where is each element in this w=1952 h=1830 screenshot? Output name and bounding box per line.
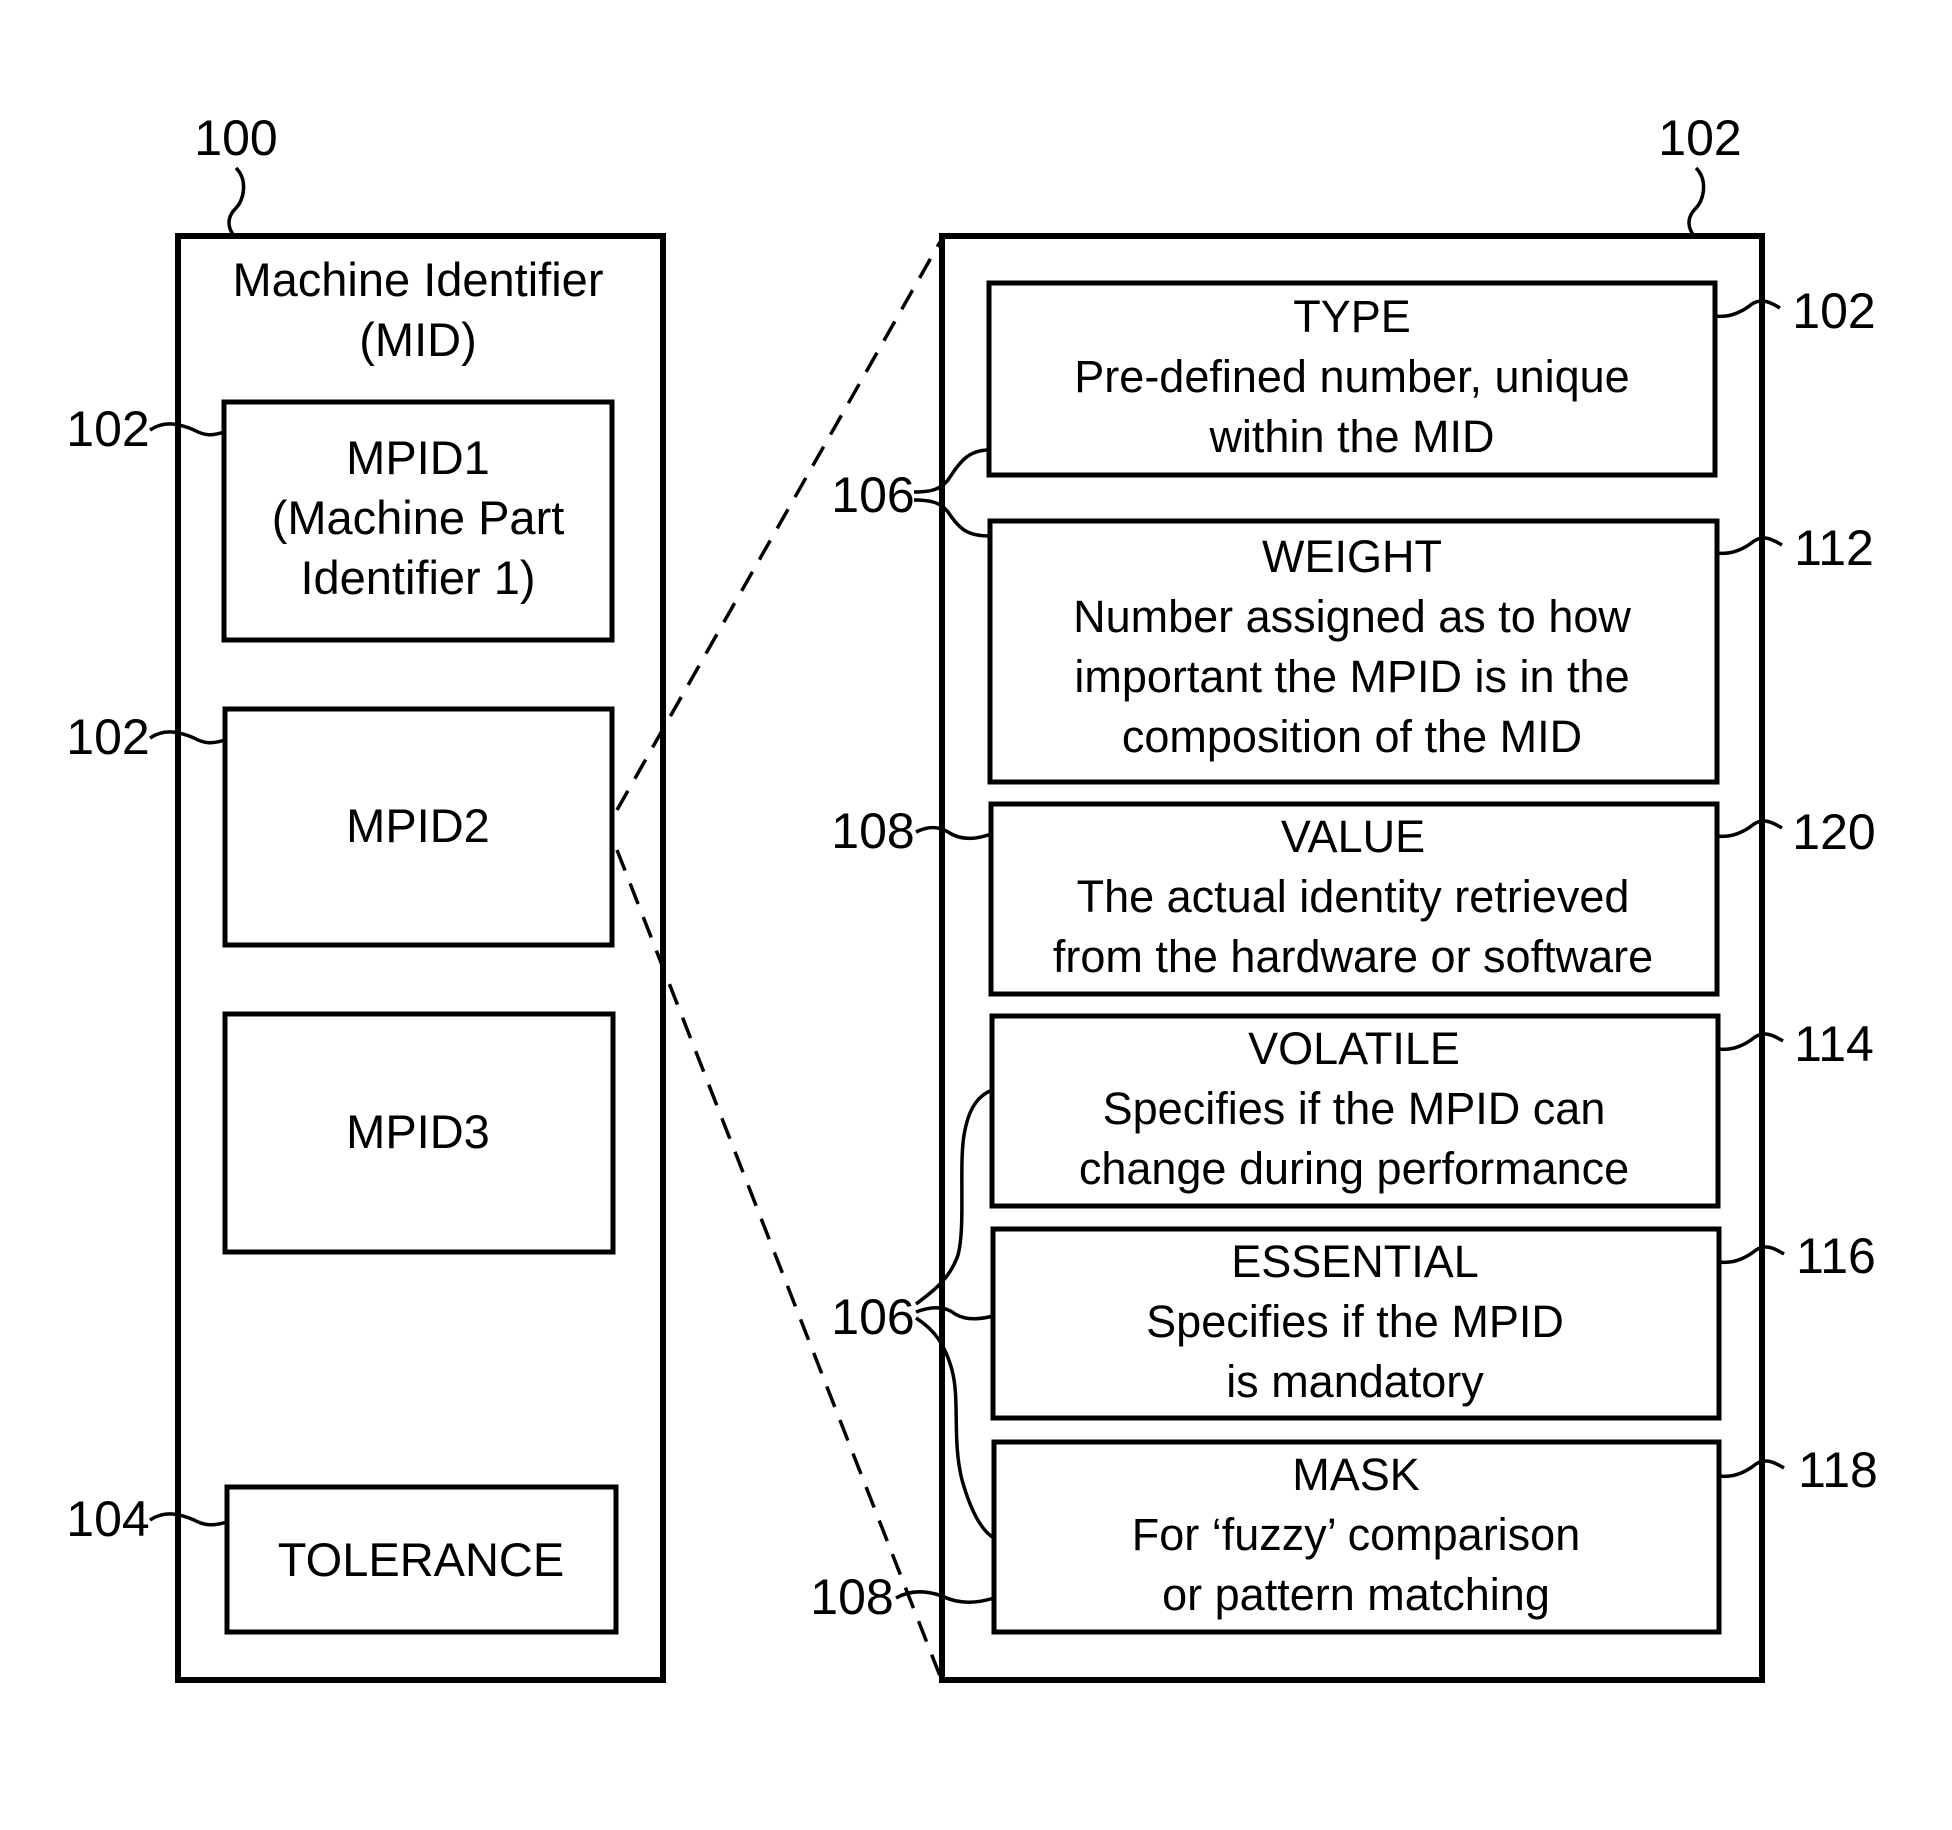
mpid3-box: MPID3 (222, 1011, 616, 1255)
ref-label-mpid1: 102 (66, 401, 149, 457)
leader-line-mask (1718, 1459, 1785, 1479)
field-volatile-desc-1: Specifies if the MPID can (1103, 1083, 1606, 1134)
leader-line-mpid-detail (1687, 166, 1706, 238)
patent-diagram: 100 Machine Identifier (MID) MPID1 (Mach… (66, 110, 1878, 1683)
field-mask: MASK For ‘fuzzy’ comparison or pattern m… (991, 1439, 1722, 1635)
field-type-title: TYPE (1293, 291, 1411, 342)
leader-line-type (1714, 299, 1781, 319)
field-essential: ESSENTIAL Specifies if the MPID is manda… (990, 1226, 1722, 1421)
ref-label-tolerance: 104 (66, 1491, 149, 1547)
leader-line-group-type-weight-b (913, 498, 991, 538)
mid-panel: 100 Machine Identifier (MID) MPID1 (Mach… (66, 110, 666, 1683)
ref-label-group-volatile-essential-mask: 106 (831, 1289, 914, 1345)
field-value-desc-1: The actual identity retrieved (1077, 871, 1630, 922)
ref-label-type: 102 (1792, 283, 1875, 339)
field-weight-title: WEIGHT (1262, 531, 1442, 582)
ref-label-essential: 116 (1796, 1228, 1876, 1284)
field-volatile-title: VOLATILE (1248, 1023, 1460, 1074)
field-mask-title: MASK (1292, 1449, 1420, 1500)
mpid2-label: MPID2 (346, 799, 490, 852)
mpid-detail-panel: 102 TYPE Pre-defined number, unique with… (810, 110, 1878, 1683)
mpid3-label: MPID3 (346, 1105, 490, 1158)
ref-label-mask-group: 108 (810, 1569, 893, 1625)
field-weight: WEIGHT Number assigned as to how importa… (987, 518, 1720, 785)
leader-line-value (1716, 819, 1783, 839)
mid-title-line-1: Machine Identifier (233, 253, 604, 306)
leader-line-group-essential (915, 1306, 994, 1321)
field-volatile: VOLATILE Specifies if the MPID can chang… (989, 1013, 1721, 1209)
ref-label-volatile: 114 (1794, 1016, 1874, 1072)
mpid2-box: MPID2 (222, 706, 615, 948)
field-essential-desc-1: Specifies if the MPID (1146, 1296, 1564, 1347)
field-weight-desc-2: important the MPID is in the (1074, 651, 1629, 702)
field-essential-desc-2: is mandatory (1226, 1356, 1484, 1407)
mpid1-box: MPID1 (Machine Part Identifier 1) (221, 399, 615, 643)
field-type-desc-2: within the MID (1208, 411, 1494, 462)
ref-label-mid: 100 (194, 110, 277, 166)
leader-line-weight (1716, 536, 1783, 556)
field-weight-desc-3: composition of the MID (1122, 711, 1582, 762)
ref-label-value-group: 108 (831, 803, 914, 859)
mpid1-line-1: MPID1 (346, 431, 490, 484)
field-mask-desc-1: For ‘fuzzy’ comparison (1132, 1509, 1580, 1560)
leader-line-value-group (915, 825, 992, 840)
leader-line-tolerance (149, 1512, 228, 1527)
leader-line-group-volatile (914, 1088, 993, 1306)
field-value-title: VALUE (1281, 811, 1425, 862)
mid-title-line-2: (MID) (359, 313, 476, 366)
mpid1-line-3: Identifier 1) (300, 551, 535, 604)
ref-label-mask: 118 (1798, 1442, 1878, 1498)
field-value-desc-2: from the hardware or software (1053, 931, 1653, 982)
leader-line-essential (1718, 1245, 1785, 1265)
leader-line-group-mask (915, 1316, 995, 1540)
tolerance-box: TOLERANCE (224, 1484, 619, 1635)
ref-label-value: 120 (1792, 804, 1875, 860)
field-value: VALUE The actual identity retrieved from… (988, 801, 1720, 997)
field-weight-desc-1: Number assigned as to how (1073, 591, 1631, 642)
leader-line-mpid2 (149, 730, 226, 745)
field-type: TYPE Pre-defined number, unique within t… (986, 280, 1718, 478)
leader-line-volatile (1717, 1032, 1784, 1052)
field-essential-title: ESSENTIAL (1231, 1236, 1479, 1287)
field-mask-desc-2: or pattern matching (1162, 1569, 1550, 1620)
mpid1-line-2: (Machine Part (272, 491, 565, 544)
tolerance-label: TOLERANCE (278, 1533, 564, 1586)
ref-label-mpid-detail: 102 (1658, 110, 1741, 166)
ref-label-group-type-weight: 106 (831, 467, 914, 523)
leader-line-mid (227, 166, 246, 238)
leader-line-mpid1 (149, 422, 225, 437)
ref-label-mpid2: 102 (66, 709, 149, 765)
field-volatile-desc-2: change during performance (1079, 1143, 1629, 1194)
field-type-desc-1: Pre-defined number, unique (1074, 351, 1629, 402)
leader-line-group-type-weight-a (913, 448, 990, 494)
ref-label-weight: 112 (1794, 520, 1874, 576)
